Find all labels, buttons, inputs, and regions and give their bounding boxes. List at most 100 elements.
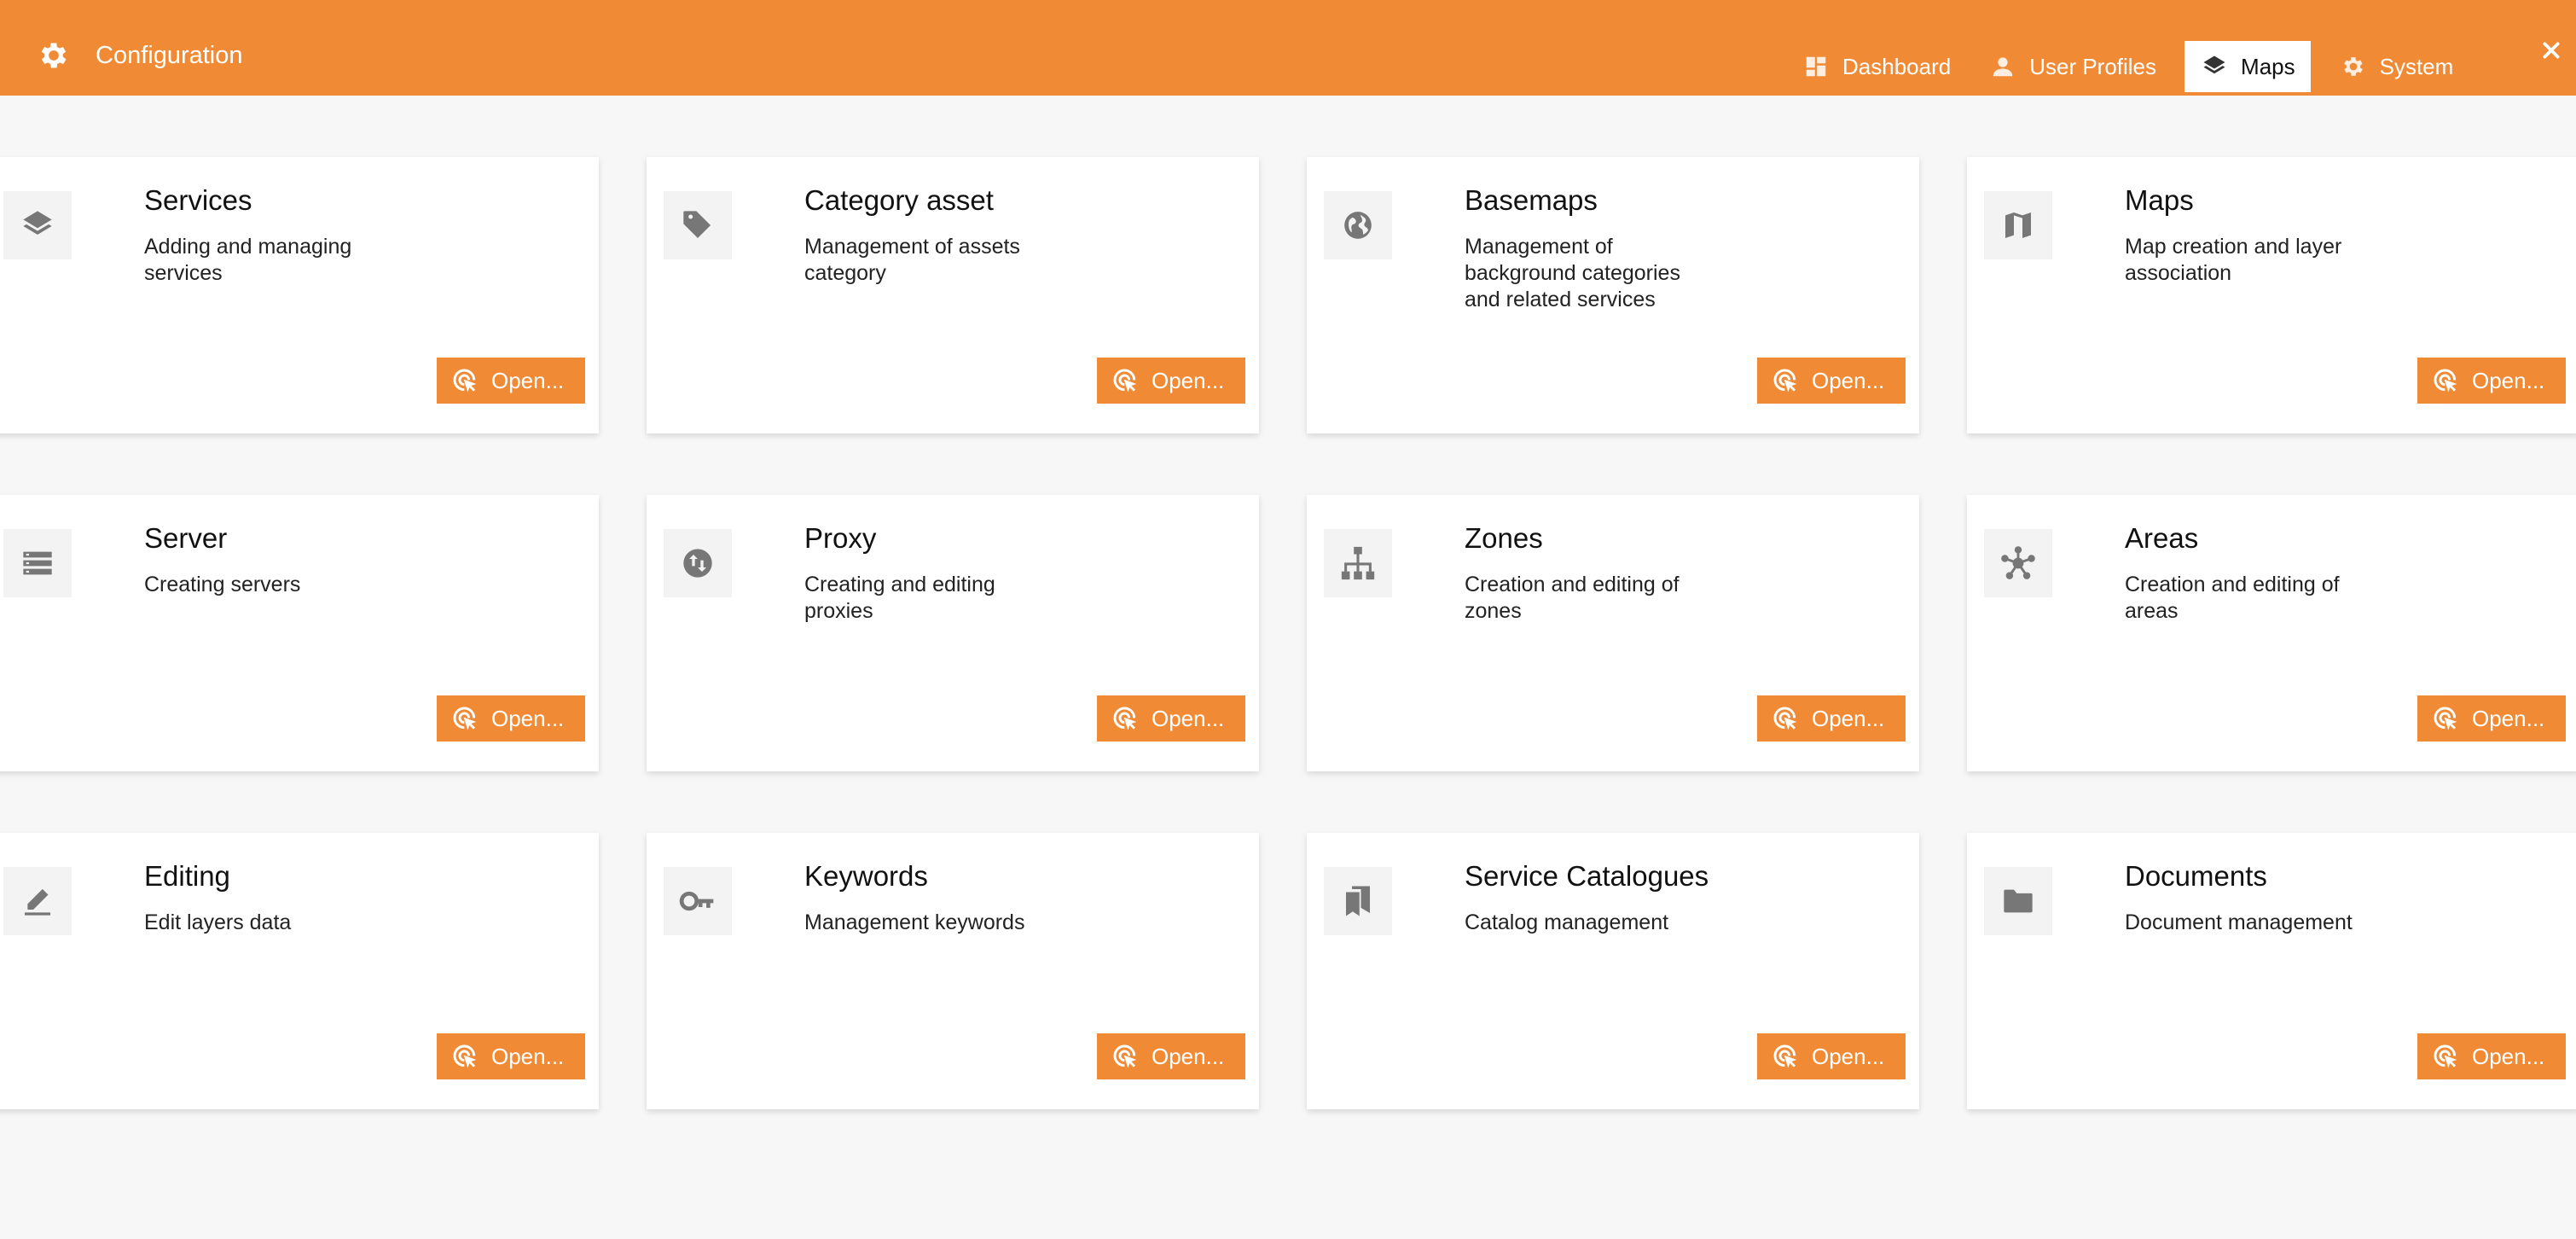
globe-icon	[1324, 191, 1392, 259]
user-icon	[1988, 52, 2017, 81]
top-bar: Configuration Dashboard User Profiles Ma…	[0, 0, 2576, 96]
layers-icon	[2200, 52, 2229, 81]
open-label: Open...	[2472, 705, 2545, 731]
close-icon	[2540, 39, 2562, 66]
open-button[interactable]: Open...	[1757, 358, 1906, 404]
cursor-click-icon	[2431, 1042, 2460, 1071]
tab-maps[interactable]: Maps	[2182, 38, 2313, 95]
card-maps: Maps Map creation and layer association …	[1967, 157, 2576, 433]
cursor-click-icon	[450, 1042, 479, 1071]
open-label: Open...	[2472, 1043, 2545, 1069]
server-icon	[3, 529, 72, 597]
tab-dashboard[interactable]: Dashboard	[1783, 38, 1970, 95]
tab-label: Maps	[2241, 53, 2295, 79]
tag-icon	[664, 191, 732, 259]
edit-icon	[3, 867, 72, 935]
swap-icon	[664, 529, 732, 597]
open-button[interactable]: Open...	[437, 358, 585, 404]
card-description: Edit layers data	[144, 910, 292, 934]
card-documents: Documents Document management Open...	[1967, 833, 2576, 1109]
card-description: Map creation and layer association	[2125, 235, 2342, 285]
card-description: Catalog management	[1465, 910, 1669, 934]
cursor-click-icon	[2431, 704, 2460, 733]
card-title: Zones	[1465, 522, 1543, 554]
hub-icon	[1984, 529, 2052, 597]
card-zones: Zones Creation and editing of zones Open…	[1307, 495, 1919, 771]
card-title: Server	[144, 522, 228, 554]
open-label: Open...	[1812, 367, 1885, 393]
card-description: Creation and editing of areas	[2125, 573, 2340, 623]
tab-label: Dashboard	[1842, 53, 1952, 79]
dashboard-icon	[1801, 52, 1830, 81]
open-button[interactable]: Open...	[2417, 695, 2566, 742]
card-title: Service Catalogues	[1465, 860, 1709, 892]
open-button[interactable]: Open...	[1097, 695, 1245, 742]
open-label: Open...	[1152, 367, 1225, 393]
open-label: Open...	[491, 705, 565, 731]
card-title: Editing	[144, 860, 230, 892]
card-description: Adding and managing services	[144, 235, 352, 285]
card-title: Basemaps	[1465, 184, 1598, 216]
cursor-click-icon	[1771, 366, 1800, 395]
open-button[interactable]: Open...	[437, 1033, 585, 1079]
open-label: Open...	[1812, 705, 1885, 731]
card-description: Creation and editing of zones	[1465, 573, 1680, 623]
tab-bar: Dashboard User Profiles Maps System	[1783, 38, 2472, 95]
card-title: Category asset	[804, 184, 994, 216]
card-description: Management keywords	[804, 910, 1025, 934]
card-service-catalogues: Service Catalogues Catalog management Op…	[1307, 833, 1919, 1109]
cursor-click-icon	[1111, 704, 1140, 733]
card-title: Areas	[2125, 522, 2199, 554]
open-label: Open...	[1152, 1043, 1225, 1069]
tab-system[interactable]: System	[2320, 38, 2473, 95]
open-button[interactable]: Open...	[1097, 1033, 1245, 1079]
tab-label: System	[2379, 53, 2454, 79]
open-label: Open...	[1812, 1043, 1885, 1069]
layers-icon	[3, 191, 72, 259]
map-icon	[1984, 191, 2052, 259]
cursor-click-icon	[1771, 704, 1800, 733]
open-label: Open...	[1152, 705, 1225, 731]
card-server: Server Creating servers Open...	[0, 495, 599, 771]
open-label: Open...	[491, 1043, 565, 1069]
card-editing: Editing Edit layers data Open...	[0, 833, 599, 1109]
cursor-click-icon	[1111, 1042, 1140, 1071]
card-areas: Areas Creation and editing of areas Open…	[1967, 495, 2576, 771]
card-description: Document management	[2125, 910, 2353, 934]
hierarchy-icon	[1324, 529, 1392, 597]
gear-icon	[34, 36, 73, 75]
card-keywords: Keywords Management keywords Open...	[647, 833, 1259, 1109]
card-proxy: Proxy Creating and editing proxies Open.…	[647, 495, 1259, 771]
card-title: Keywords	[804, 860, 928, 892]
config-card-grid: Services Adding and managing services Op…	[0, 157, 2576, 1113]
open-button[interactable]: Open...	[1757, 695, 1906, 742]
app-title: Configuration	[96, 41, 243, 69]
cursor-click-icon	[1111, 366, 1140, 395]
card-title: Maps	[2125, 184, 2194, 216]
open-label: Open...	[491, 367, 565, 393]
open-button[interactable]: Open...	[1097, 358, 1245, 404]
cursor-click-icon	[450, 366, 479, 395]
open-label: Open...	[2472, 367, 2545, 393]
card-title: Proxy	[804, 522, 877, 554]
open-button[interactable]: Open...	[1757, 1033, 1906, 1079]
open-button[interactable]: Open...	[437, 695, 585, 742]
cursor-click-icon	[2431, 366, 2460, 395]
app-brand: Configuration	[34, 34, 243, 77]
cursor-click-icon	[450, 704, 479, 733]
card-category-asset: Category asset Management of assets cate…	[647, 157, 1259, 433]
cursor-click-icon	[1771, 1042, 1800, 1071]
card-services: Services Adding and managing services Op…	[0, 157, 599, 433]
card-title: Services	[144, 184, 252, 216]
key-icon	[664, 867, 732, 935]
card-description: Creating and editing proxies	[804, 573, 995, 623]
open-button[interactable]: Open...	[2417, 1033, 2566, 1079]
card-basemaps: Basemaps Management of background catego…	[1307, 157, 1919, 433]
open-button[interactable]: Open...	[2417, 358, 2566, 404]
bookmarks-icon	[1324, 867, 1392, 935]
tab-label: User Profiles	[2029, 53, 2157, 79]
close-button[interactable]	[2537, 38, 2566, 67]
tab-user-profiles[interactable]: User Profiles	[1970, 38, 2175, 95]
card-description: Management of background categories and …	[1465, 235, 1680, 311]
card-description: Creating servers	[144, 573, 301, 596]
